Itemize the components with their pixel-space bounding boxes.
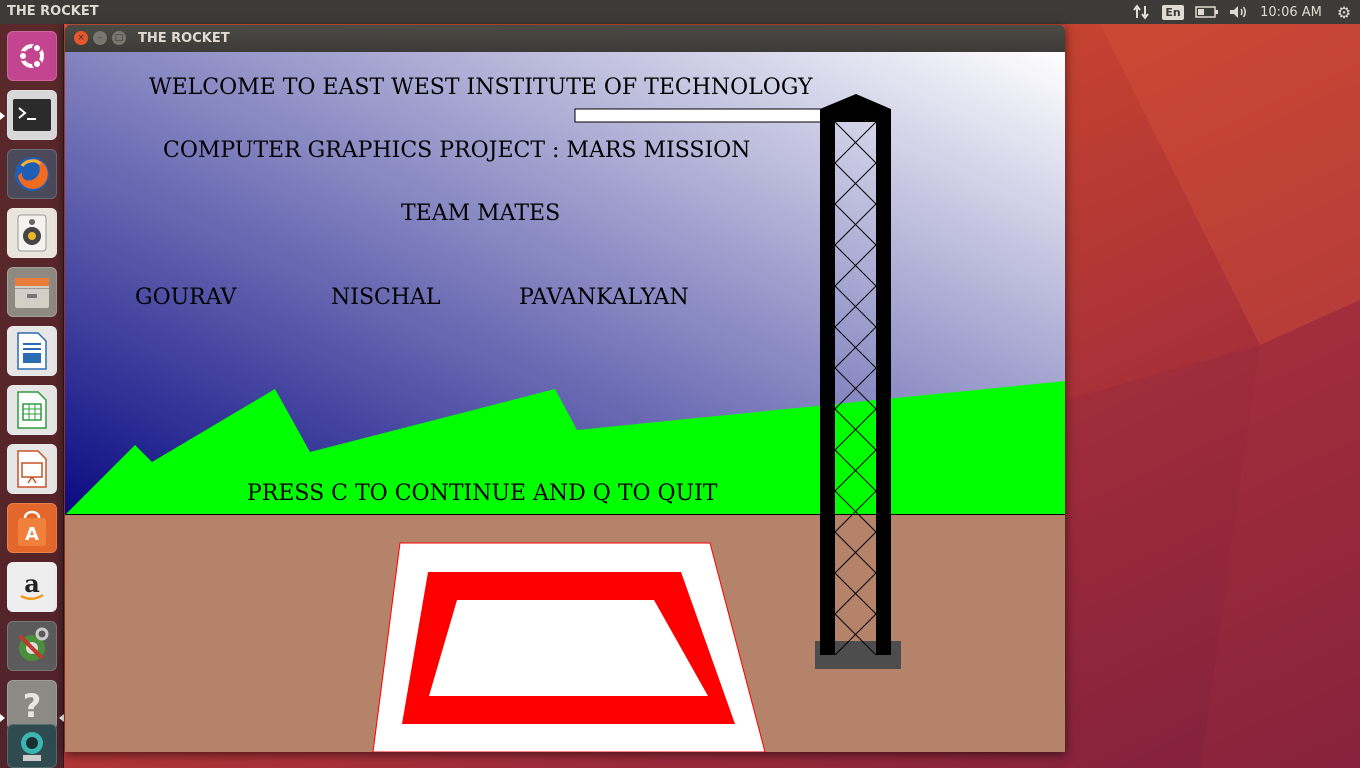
launcher: A a ? [0,24,64,768]
help-icon[interactable]: ? [7,680,57,730]
svg-text:?: ? [23,687,42,723]
project-title: COMPUTER GRAPHICS PROJECT : MARS MISSION [163,138,750,163]
tower-right-leg [876,109,891,655]
running-indicator [0,714,5,722]
terminal-icon[interactable] [7,90,57,140]
window-title: THE ROCKET [138,31,230,46]
app-window: × – □ THE ROCKET WELCOME TO EAST WEST IN… [65,25,1065,752]
writer-icon[interactable] [7,326,57,376]
maximize-button[interactable]: □ [112,31,126,45]
tower-left-leg [820,109,835,655]
close-button[interactable]: × [74,31,88,45]
tower-header [820,109,891,122]
tower-arm [574,108,822,123]
files-icon[interactable] [7,267,57,317]
volume-icon[interactable] [1224,0,1254,24]
continue-quit-prompt: PRESS C TO CONTINUE AND Q TO QUIT [247,481,718,506]
battery-icon[interactable] [1190,0,1224,24]
impress-icon[interactable] [7,444,57,494]
keyboard-icon[interactable]: En [1156,0,1190,24]
top-panel: THE ROCKET En 10:06 AM ⚙ [0,0,1360,24]
software-center-icon[interactable]: A [7,503,57,553]
amazon-icon[interactable]: a [7,562,57,612]
clock[interactable]: 10:06 AM [1254,0,1328,24]
active-indicator [59,714,64,722]
keyboard-layout-label: En [1162,4,1184,20]
minimize-button[interactable]: – [93,31,107,45]
the-rocket-app-icon[interactable] [7,724,57,768]
team-member-2: NISCHAL [331,285,441,310]
svg-text:a: a [24,570,40,598]
indicator-area: En 10:06 AM ⚙ [1126,0,1360,24]
system-settings-icon[interactable] [7,621,57,671]
ubuntu-dash-icon[interactable] [7,31,57,81]
running-indicator [0,112,5,120]
rhythmbox-icon[interactable] [7,208,57,258]
svg-text:A: A [25,524,39,545]
team-mates-heading: TEAM MATES [401,201,560,226]
opengl-canvas[interactable]: WELCOME TO EAST WEST INSTITUTE OF TECHNO… [65,52,1065,752]
window-titlebar[interactable]: × – □ THE ROCKET [65,25,1065,52]
team-member-3: PAVANKALYAN [519,285,689,310]
firefox-icon[interactable] [7,149,57,199]
active-app-title: THE ROCKET [7,4,99,19]
welcome-heading: WELCOME TO EAST WEST INSTITUTE OF TECHNO… [149,75,813,100]
network-icon[interactable] [1126,0,1156,24]
settings-gear-icon[interactable]: ⚙ [1328,0,1360,24]
calc-icon[interactable] [7,385,57,435]
team-member-1: GOURAV [135,285,238,310]
